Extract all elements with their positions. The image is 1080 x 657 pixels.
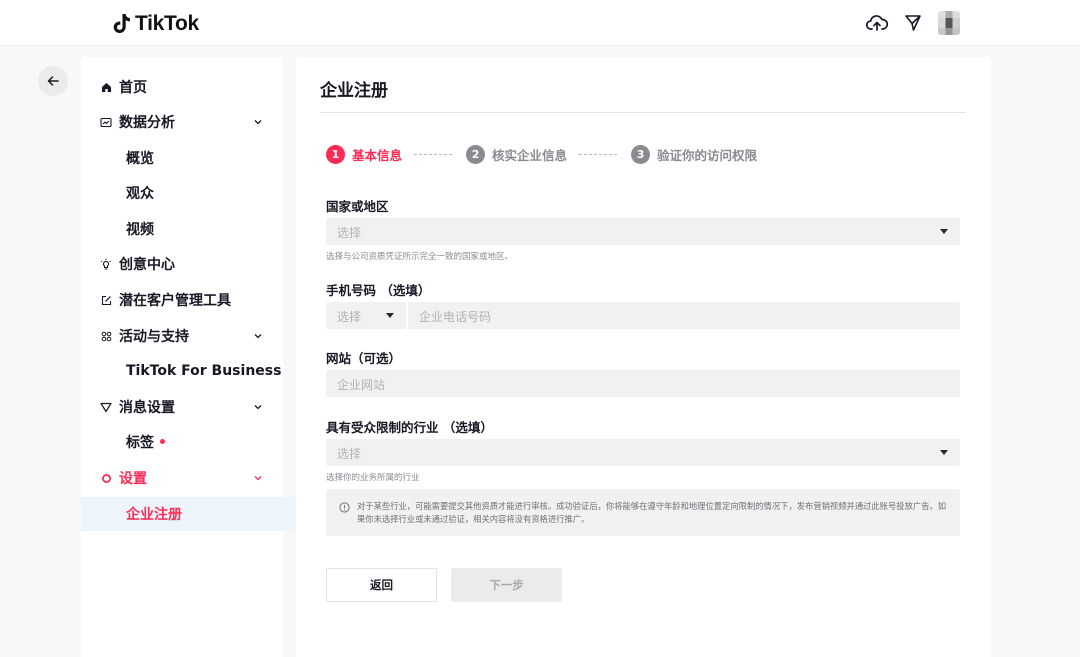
- info-icon: [339, 502, 350, 513]
- filter-icon: [100, 401, 112, 413]
- send-icon[interactable]: [902, 12, 924, 34]
- industry-select[interactable]: 选择: [326, 439, 960, 466]
- info-text: 对于某些行业，可能需要提交其他资质才能进行审核。成功验证后，你将能够在遵守年龄和…: [357, 501, 947, 524]
- chevron-down-icon: [254, 334, 262, 339]
- sidebar-item-overview[interactable]: 概览: [81, 141, 328, 175]
- grid-icon: [100, 330, 112, 342]
- sidebar-item-business-registration[interactable]: 企业注册: [81, 497, 328, 531]
- back-arrow-button[interactable]: [38, 66, 68, 96]
- sidebar: 首页 数据分析 概览 观众 视频 创意中心 潜在客户管理工具 活动与支持 Tik…: [81, 57, 328, 657]
- caret-down-icon: [940, 229, 948, 234]
- top-bar: TikTok: [0, 0, 1080, 46]
- country-label: 国家或地区: [326, 199, 389, 214]
- sidebar-item-label: TikTok For Business: [126, 363, 282, 379]
- industry-hint: 选择你的业务所属的行业: [326, 473, 420, 483]
- sidebar-item-tiktok-for-business[interactable]: TikTok For Business: [81, 354, 328, 388]
- phone-prefix-placeholder: 选择: [337, 310, 362, 324]
- industry-label: 具有受众限制的行业 （选填）: [326, 420, 493, 435]
- sidebar-item-creative-center[interactable]: 创意中心: [81, 247, 283, 281]
- chevron-down-icon: [254, 476, 262, 481]
- country-placeholder: 选择: [337, 226, 362, 240]
- logo-text: TikTok: [135, 12, 199, 35]
- step-number: 2: [466, 144, 486, 164]
- main-panel: 企业注册 1 基本信息 2 核实企业信息 3 验证你的访问权限 国家或地区 选择…: [296, 57, 991, 657]
- gear-icon: [100, 472, 112, 484]
- sidebar-item-tags[interactable]: 标签: [81, 425, 328, 459]
- tiktok-logo[interactable]: TikTok: [112, 12, 199, 36]
- sidebar-item-label: 企业注册: [126, 507, 182, 523]
- step-number: 1: [326, 144, 345, 164]
- website-placeholder: 企业网站: [337, 378, 386, 392]
- phone-label: 手机号码 （选填）: [326, 283, 431, 298]
- sidebar-item-home[interactable]: 首页: [81, 70, 283, 104]
- sidebar-item-label: 创意中心: [119, 257, 175, 273]
- step-basic-info: 1 基本信息: [326, 144, 403, 164]
- sidebar-item-label: 数据分析: [119, 115, 175, 131]
- country-hint: 选择与公司资质凭证所示完全一致的国家或地区。: [326, 252, 514, 262]
- sidebar-item-label: 视频: [126, 222, 154, 238]
- stepper: 1 基本信息 2 核实企业信息 3 验证你的访问权限: [326, 144, 757, 164]
- sidebar-item-label: 观众: [126, 186, 154, 202]
- chevron-down-icon: [254, 120, 262, 125]
- sidebar-item-lead-tools[interactable]: 潜在客户管理工具: [81, 283, 283, 317]
- edit-icon: [100, 294, 112, 306]
- sidebar-item-videos[interactable]: 视频: [81, 212, 328, 246]
- info-notice: 对于某些行业，可能需要提交其他资质才能进行审核。成功验证后，你将能够在遵守年龄和…: [326, 489, 960, 536]
- website-input[interactable]: 企业网站: [326, 370, 960, 397]
- caret-down-icon: [940, 450, 948, 455]
- step-label: 验证你的访问权限: [657, 147, 758, 163]
- sidebar-item-settings[interactable]: 设置: [81, 461, 283, 495]
- caret-down-icon: [386, 313, 394, 318]
- avatar: [938, 11, 960, 35]
- sidebar-item-analytics[interactable]: 数据分析: [81, 105, 283, 139]
- sidebar-item-label: 概览: [126, 151, 154, 167]
- phone-placeholder: 企业电话号码: [419, 310, 492, 324]
- arrow-left-icon: [47, 76, 59, 86]
- phone-country-code-select[interactable]: 选择: [326, 302, 406, 329]
- country-select[interactable]: 选择: [326, 218, 960, 245]
- step-verify-business: 2 核实企业信息: [466, 144, 568, 164]
- step-label: 核实企业信息: [492, 147, 568, 163]
- sidebar-item-events-support[interactable]: 活动与支持: [81, 319, 283, 353]
- step-number: 3: [631, 144, 651, 164]
- page-title: 企业注册: [320, 81, 388, 101]
- step-verify-access: 3 验证你的访问权限: [631, 144, 758, 164]
- step-connector: [414, 153, 453, 155]
- notification-dot: [160, 438, 165, 444]
- phone-number-input[interactable]: 企业电话号码: [408, 302, 960, 329]
- next-button[interactable]: 下一步: [451, 568, 562, 602]
- upload-cloud-icon[interactable]: [866, 12, 888, 34]
- step-label: 基本信息: [352, 147, 403, 163]
- divider: [320, 112, 966, 113]
- avatar-button[interactable]: [938, 11, 960, 35]
- sidebar-item-label: 首页: [119, 80, 147, 96]
- sidebar-item-message-settings[interactable]: 消息设置: [81, 390, 283, 424]
- home-icon: [100, 81, 112, 93]
- analytics-icon: [100, 116, 112, 128]
- sidebar-item-label: 设置: [119, 471, 147, 487]
- sidebar-item-audience[interactable]: 观众: [81, 176, 328, 210]
- sidebar-item-label: 活动与支持: [119, 329, 189, 345]
- website-label: 网站（可选）: [326, 351, 402, 366]
- sidebar-item-label: 消息设置: [119, 400, 175, 416]
- creative-icon: [100, 258, 112, 270]
- industry-placeholder: 选择: [337, 447, 362, 461]
- back-button[interactable]: 返回: [326, 568, 437, 602]
- sidebar-item-label: 标签: [126, 435, 154, 451]
- sidebar-item-label: 潜在客户管理工具: [119, 293, 231, 309]
- step-connector: [579, 153, 618, 155]
- chevron-down-icon: [254, 405, 262, 410]
- tiktok-note-icon: [113, 14, 130, 33]
